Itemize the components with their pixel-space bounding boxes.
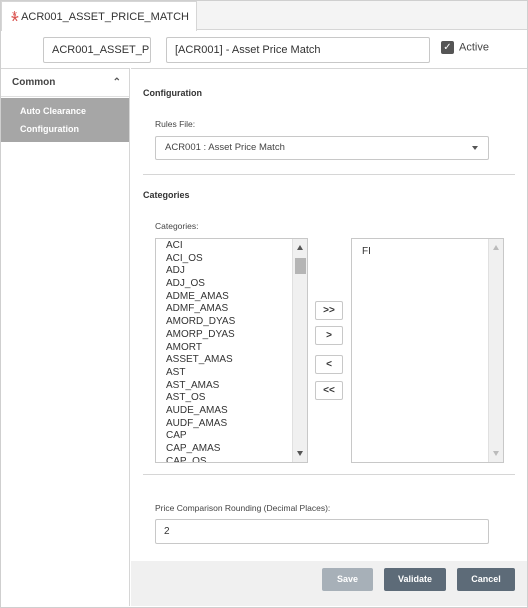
sidebar-item-label-line2: Configuration — [20, 124, 79, 134]
list-item[interactable]: ADME_AMAS — [166, 291, 235, 304]
list-item[interactable]: AST_AMAS — [166, 380, 235, 393]
code-input[interactable]: ACR001_ASSET_PRICE_MATCH — [43, 37, 151, 63]
scroll-down-icon[interactable] — [493, 451, 499, 456]
list-item[interactable]: CAP_AMAS — [166, 443, 235, 456]
selected-items: FI — [362, 246, 371, 259]
categories-title: Categories — [143, 190, 190, 200]
checkbox-checked-icon[interactable]: ✓ — [441, 41, 454, 54]
required-star-icon: * — [11, 11, 19, 33]
cancel-button[interactable]: Cancel — [457, 568, 515, 591]
rules-file-select[interactable]: ACR001 : Asset Price Match — [155, 136, 489, 160]
move-left-button[interactable]: < — [315, 355, 343, 374]
active-label: Active — [459, 41, 489, 54]
list-item[interactable]: ADMF_AMAS — [166, 303, 235, 316]
rules-file-label: Rules File: — [155, 119, 196, 129]
tab-title: ACR001_ASSET_PRICE_MATCH — [21, 11, 189, 23]
rounding-input[interactable]: 2 — [155, 519, 489, 544]
list-item[interactable]: ASSET_AMAS — [166, 354, 235, 367]
list-item[interactable]: AST_OS — [166, 392, 235, 405]
list-item[interactable]: FI — [362, 246, 371, 259]
active-toggle[interactable]: ✓ Active — [441, 41, 489, 54]
list-item[interactable]: CAP — [166, 430, 235, 443]
list-item[interactable]: ACI_OS — [166, 253, 235, 266]
scroll-down-icon[interactable] — [297, 451, 303, 456]
move-all-left-button[interactable]: << — [315, 381, 343, 400]
scroll-thumb[interactable] — [295, 258, 306, 274]
scrollbar[interactable] — [292, 239, 307, 462]
selected-categories-list[interactable]: FI — [351, 238, 504, 463]
list-item[interactable]: ADJ — [166, 265, 235, 278]
list-item[interactable]: AMORT — [166, 342, 235, 355]
move-right-button[interactable]: > — [315, 326, 343, 345]
scroll-up-icon[interactable] — [297, 245, 303, 250]
tab-acr001[interactable]: * ACR001_ASSET_PRICE_MATCH — [1, 1, 197, 31]
save-button[interactable]: Save — [322, 568, 373, 591]
tab-bar: * ACR001_ASSET_PRICE_MATCH — [0, 0, 528, 31]
name-input[interactable]: [ACR001] - Asset Price Match — [166, 37, 430, 63]
sidebar: Common ⌃ Auto Clearance Configuration — [1, 68, 130, 606]
scrollbar[interactable] — [488, 239, 503, 462]
list-item[interactable]: ACI — [166, 240, 235, 253]
sidebar-section-common[interactable]: Common ⌃ — [1, 69, 129, 97]
divider — [143, 174, 515, 175]
categories-label: Categories: — [155, 221, 199, 231]
configuration-title: Configuration — [143, 88, 202, 98]
list-item[interactable]: AUDF_AMAS — [166, 418, 235, 431]
sidebar-item-label-line1: Auto Clearance — [20, 106, 87, 116]
list-item[interactable]: AST — [166, 367, 235, 380]
validate-button[interactable]: Validate — [384, 568, 446, 591]
move-all-right-button[interactable]: >> — [315, 301, 343, 320]
list-item[interactable]: AMORD_DYAS — [166, 316, 235, 329]
caret-down-icon — [472, 146, 478, 150]
divider — [143, 474, 515, 475]
list-item[interactable]: AMORP_DYAS — [166, 329, 235, 342]
rounding-label: Price Comparison Rounding (Decimal Place… — [155, 503, 331, 513]
list-item[interactable]: ADJ_OS — [166, 278, 235, 291]
rules-file-value: ACR001 : Asset Price Match — [165, 142, 285, 153]
scroll-up-icon[interactable] — [493, 245, 499, 250]
list-item[interactable]: CAP_OS — [166, 456, 235, 462]
available-categories-list[interactable]: ACI ACI_OS ADJ ADJ_OS ADME_AMAS ADMF_AMAS AMOR… — [155, 238, 308, 463]
list-item[interactable]: AUDE_AMAS — [166, 405, 235, 418]
sidebar-section-label: Common — [12, 77, 56, 88]
chevron-up-icon[interactable]: ⌃ — [113, 69, 121, 97]
sidebar-item-auto-clearance-configuration[interactable]: Auto Clearance Configuration — [1, 98, 129, 142]
available-items: ACI ACI_OS ADJ ADJ_OS ADME_AMAS ADMF_AMAS AMOR… — [166, 240, 235, 462]
